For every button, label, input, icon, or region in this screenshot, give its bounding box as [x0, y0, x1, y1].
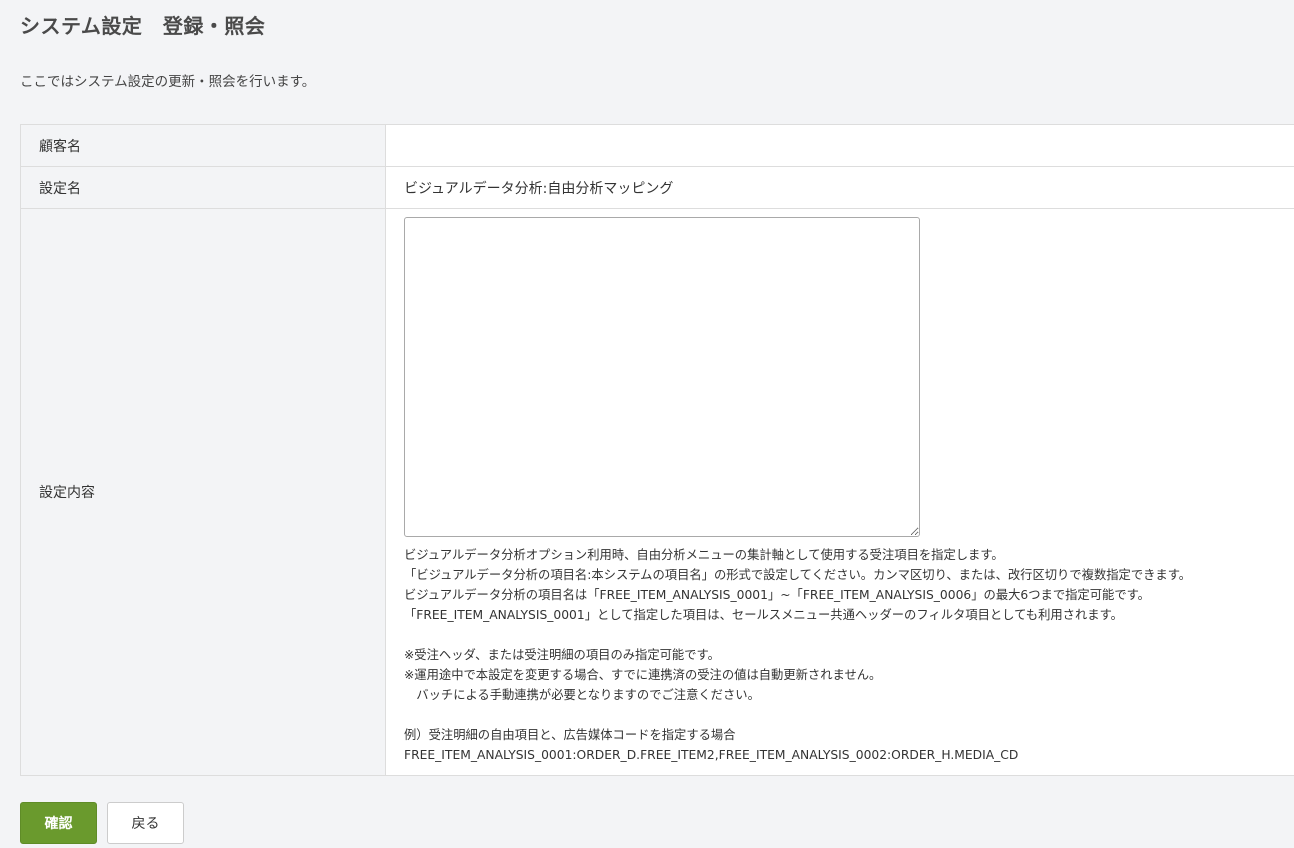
setting-content-cell: ビジュアルデータ分析オプション利用時、自由分析メニューの集計軸として使用する受注…	[385, 208, 1294, 776]
setting-content-label: 設定内容	[20, 208, 386, 776]
setting-content-textarea[interactable]	[404, 217, 920, 537]
setting-name-label: 設定名	[20, 166, 386, 209]
back-button[interactable]: 戻る	[107, 802, 184, 844]
help-line: 「ビジュアルデータ分析の項目名:本システムの項目名」の形式で設定してください。カ…	[404, 568, 1192, 582]
help-text: ビジュアルデータ分析オプション利用時、自由分析メニューの集計軸として使用する受注…	[404, 545, 1294, 765]
help-line: ビジュアルデータ分析の項目名は「FREE_ITEM_ANALYSIS_0001」…	[404, 588, 1150, 602]
settings-form-table: 顧客名 設定名 ビジュアルデータ分析:自由分析マッピング 設定内容 ビジュアルデ…	[20, 124, 1294, 776]
page-description: ここではシステム設定の更新・照会を行います。	[20, 74, 316, 90]
page-title: システム設定 登録・照会	[20, 14, 266, 38]
help-spacer	[404, 705, 1294, 725]
help-line: ビジュアルデータ分析オプション利用時、自由分析メニューの集計軸として使用する受注…	[404, 548, 1004, 562]
help-line: FREE_ITEM_ANALYSIS_0001:ORDER_D.FREE_ITE…	[404, 748, 1019, 762]
help-spacer	[404, 625, 1294, 645]
setting-content-row: 設定内容 ビジュアルデータ分析オプション利用時、自由分析メニューの集計軸として使…	[20, 208, 1294, 776]
customer-row: 顧客名	[20, 124, 1294, 167]
setting-name-row: 設定名 ビジュアルデータ分析:自由分析マッピング	[20, 166, 1294, 209]
customer-label: 顧客名	[20, 124, 386, 167]
confirm-button[interactable]: 確認	[20, 802, 97, 844]
help-line: 「FREE_ITEM_ANALYSIS_0001」として指定した項目は、セールス…	[404, 608, 1123, 622]
help-line: ※運用途中で本設定を変更する場合、すでに連携済の受注の値は自動更新されません。	[404, 668, 882, 682]
help-line: バッチによる手動連携が必要となりますのでご注意ください。	[404, 688, 760, 702]
help-line: 例）受注明細の自由項目と、広告媒体コードを指定する場合	[404, 728, 736, 742]
help-line: ※受注ヘッダ、または受注明細の項目のみ指定可能です。	[404, 648, 720, 662]
customer-value	[385, 124, 1294, 167]
setting-name-value: ビジュアルデータ分析:自由分析マッピング	[385, 166, 1294, 209]
